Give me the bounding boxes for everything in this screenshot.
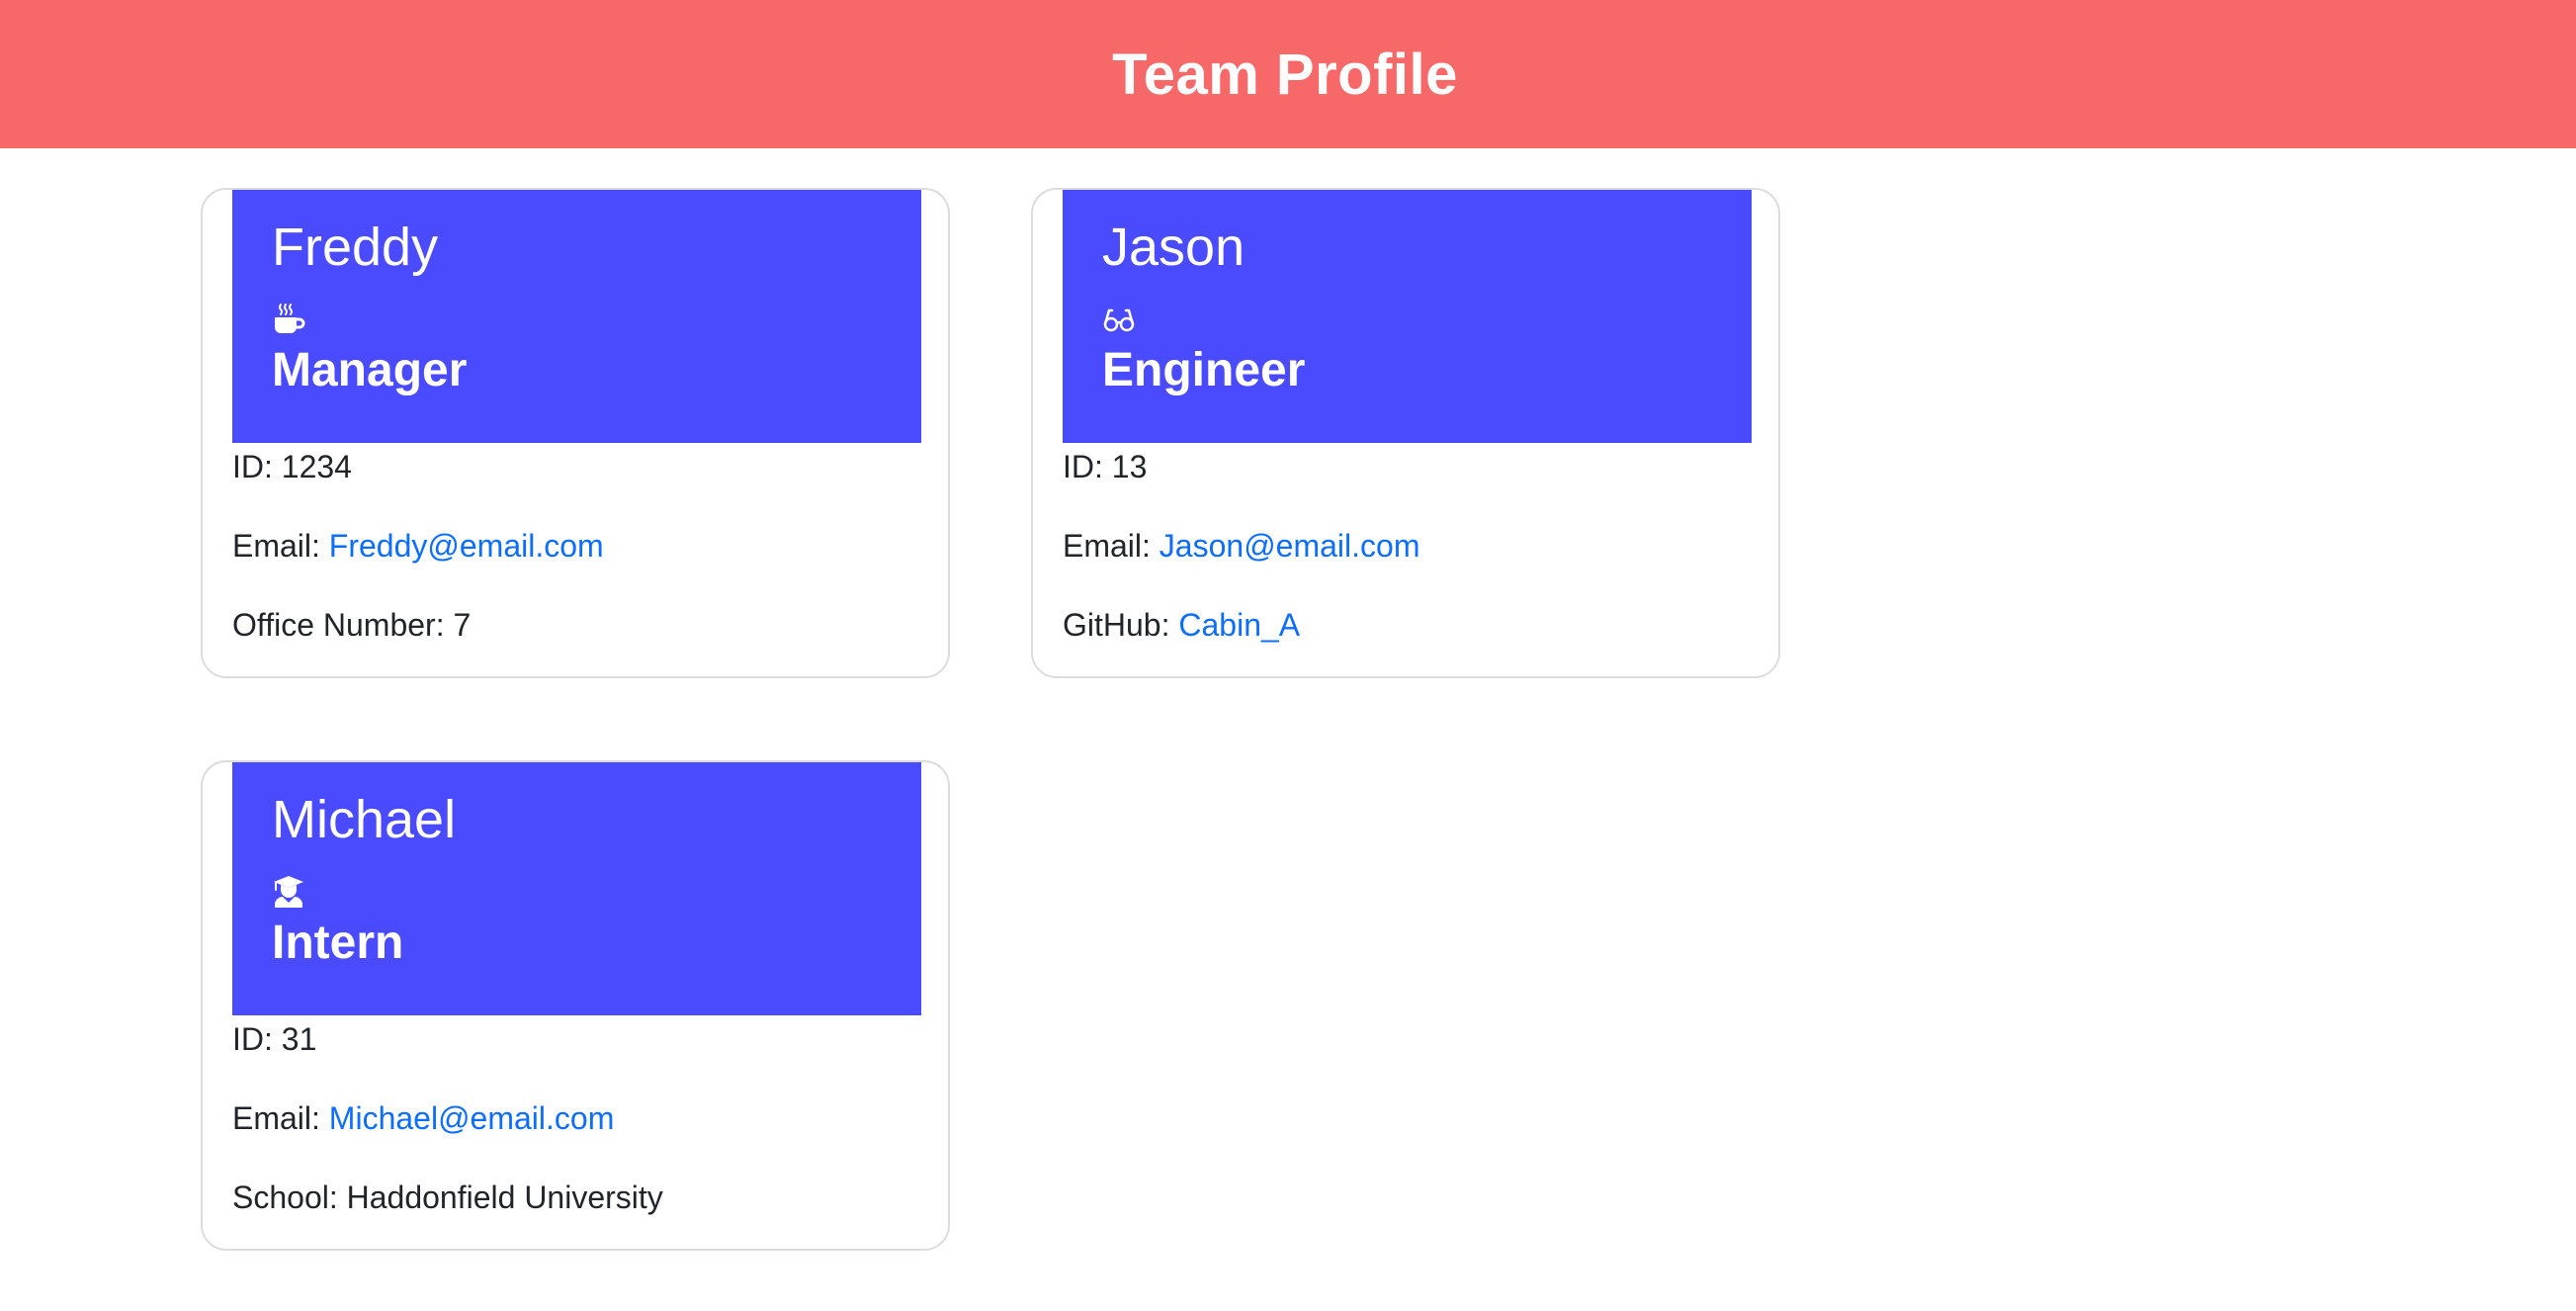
- employee-card-manager: Freddy Manager ID: 1234 Email: Freddy@em…: [201, 188, 950, 678]
- employee-name: Jason: [1102, 218, 1245, 277]
- email-link[interactable]: Michael@email.com: [329, 1100, 615, 1136]
- employee-role: Manager: [272, 344, 468, 396]
- email-link[interactable]: Freddy@email.com: [329, 528, 604, 564]
- employee-role: Intern: [272, 917, 404, 969]
- employee-id: ID: 13: [1063, 449, 1148, 484]
- card-header: Freddy Manager: [232, 190, 921, 443]
- employee-name: Freddy: [272, 218, 439, 277]
- employee-id: ID: 31: [232, 1021, 317, 1057]
- employee-email: Email: Freddy@email.com: [232, 528, 604, 564]
- employee-role: Engineer: [1102, 344, 1306, 396]
- employee-office-number: Office Number: 7: [232, 607, 472, 643]
- github-link[interactable]: Cabin_A: [1178, 607, 1300, 643]
- employee-id: ID: 1234: [232, 449, 352, 484]
- graduate-icon: [272, 875, 305, 909]
- employee-github: GitHub: Cabin_A: [1063, 607, 1301, 643]
- employee-card-intern: Michael Intern ID: 31 Email: Michael@ema…: [201, 760, 950, 1251]
- employee-email: Email: Jason@email.com: [1063, 528, 1420, 564]
- card-header: Jason Engineer: [1063, 190, 1752, 443]
- employee-card-engineer: Jason Engineer ID: 13 Email: Jason@email…: [1031, 188, 1780, 678]
- email-link[interactable]: Jason@email.com: [1159, 528, 1420, 564]
- employee-email: Email: Michael@email.com: [232, 1100, 615, 1136]
- page-header: Team Profile: [0, 0, 2576, 148]
- mug-hot-icon: [272, 303, 305, 336]
- page-title: Team Profile: [1112, 42, 1458, 107]
- glasses-icon: [1102, 303, 1136, 336]
- employee-name: Michael: [272, 790, 457, 849]
- employee-school: School: Haddonfield University: [232, 1180, 663, 1215]
- card-header: Michael Intern: [232, 762, 921, 1015]
